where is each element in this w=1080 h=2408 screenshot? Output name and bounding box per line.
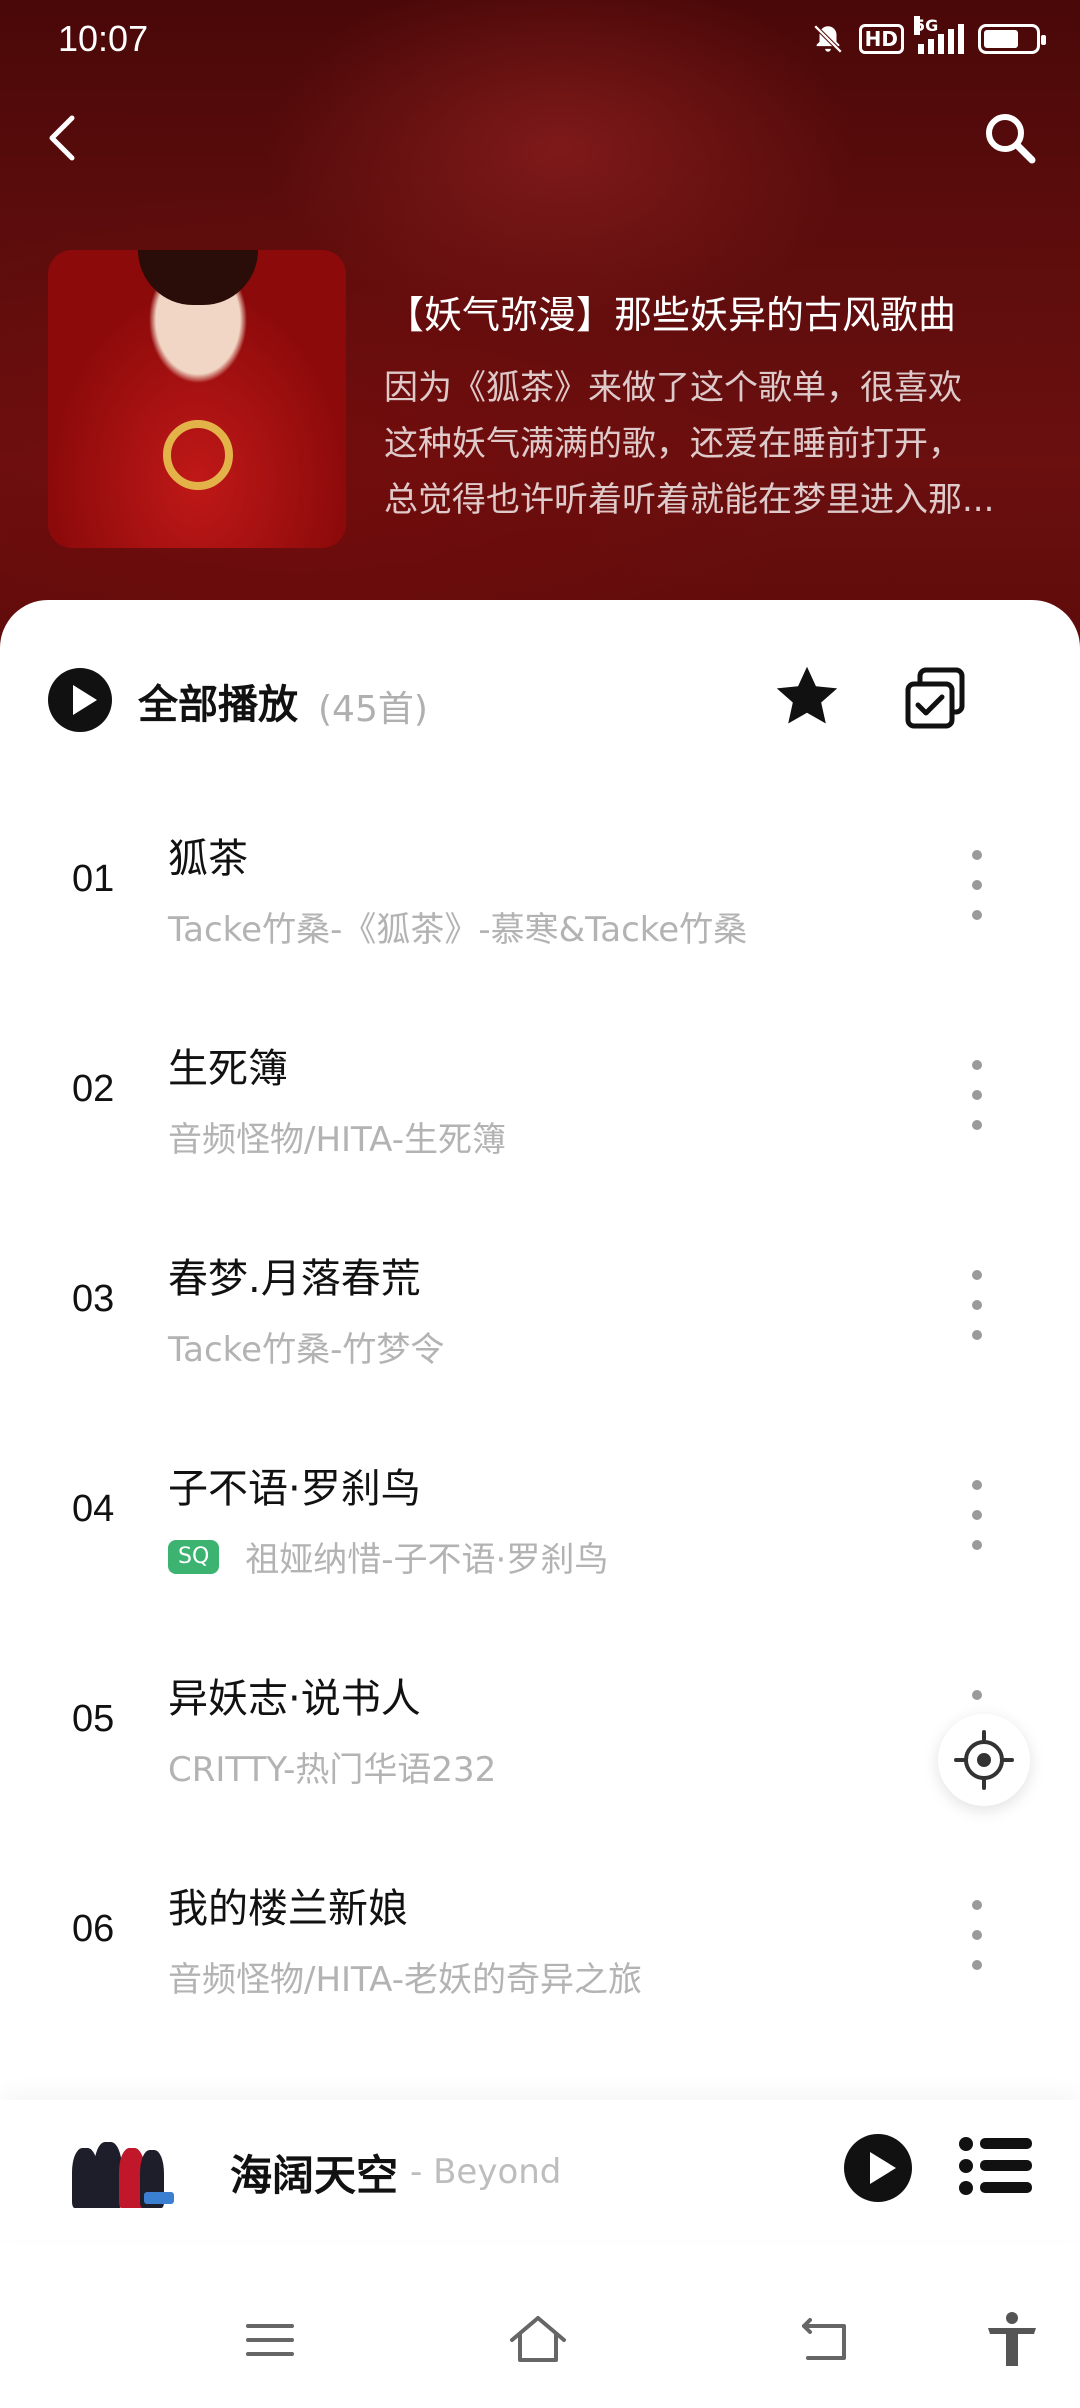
song-index: 03 bbox=[72, 1278, 115, 1320]
home-icon[interactable] bbox=[508, 2310, 568, 2370]
status-bar: 10:07 HD 5G bbox=[0, 0, 1080, 80]
status-time: 10:07 bbox=[58, 18, 149, 59]
playlist-header: 10:07 HD 5G 【妖气弥漫】那些妖异的古风歌曲 因为《狐茶》来做了这个歌… bbox=[0, 0, 1080, 660]
target-icon bbox=[954, 1730, 1014, 1790]
song-title: 生死簿 bbox=[168, 1046, 288, 1092]
status-icons: HD 5G bbox=[811, 16, 1046, 56]
playlist-title: 【妖气弥漫】那些妖异的古风歌曲 bbox=[386, 293, 957, 337]
play-all-icon[interactable] bbox=[48, 668, 112, 732]
song-index: 01 bbox=[72, 858, 115, 900]
song-more-button[interactable] bbox=[962, 1060, 992, 1130]
song-subtitle-container: SQ 祖娅纳惜-子不语·罗刹鸟 bbox=[168, 1532, 608, 1581]
song-more-button[interactable] bbox=[962, 1270, 992, 1340]
locate-current-song-button[interactable] bbox=[938, 1714, 1030, 1806]
mini-player-cover[interactable] bbox=[64, 2118, 176, 2218]
system-nav-bar bbox=[0, 2280, 1080, 2408]
playlist-description[interactable]: 因为《狐茶》来做了这个歌单，很喜欢 这种妖气满满的歌，还爱在睡前打开， 总觉得也… bbox=[384, 360, 1044, 528]
playlist-icon[interactable] bbox=[958, 2134, 1034, 2198]
network-label: 5G bbox=[914, 16, 939, 35]
mute-bell-icon bbox=[813, 24, 842, 54]
back-button[interactable] bbox=[40, 110, 88, 166]
song-row[interactable]: 02 生死簿 音频怪物/HITA-生死簿 bbox=[0, 990, 1080, 1200]
back-icon[interactable] bbox=[796, 2310, 856, 2370]
accessibility-icon[interactable] bbox=[982, 2310, 1042, 2370]
song-more-button[interactable] bbox=[962, 850, 992, 920]
menu-icon[interactable] bbox=[240, 2310, 300, 2370]
song-subtitle: Tacke竹桑-竹梦令 bbox=[168, 1330, 445, 1370]
song-title: 我的楼兰新娘 bbox=[168, 1886, 408, 1932]
song-row[interactable]: 03 春梦.月落春荒 Tacke竹桑-竹梦令 bbox=[0, 1200, 1080, 1410]
description-line: 这种妖气满满的歌，还爱在睡前打开， bbox=[384, 424, 962, 464]
multi-select-button[interactable] bbox=[900, 664, 970, 734]
song-title: 狐茶 bbox=[168, 836, 248, 882]
search-button[interactable] bbox=[980, 108, 1040, 168]
song-title: 春梦.月落春荒 bbox=[168, 1256, 421, 1302]
song-title: 子不语·罗刹鸟 bbox=[168, 1466, 421, 1512]
song-row[interactable]: 05 异妖志·说书人 CRITTY-热门华语232 bbox=[0, 1620, 1080, 1830]
now-playing-artist: - Beyond bbox=[410, 2152, 562, 2192]
playlist-cover[interactable] bbox=[48, 250, 346, 548]
favorite-star-button[interactable] bbox=[770, 660, 844, 734]
song-row[interactable]: 04 子不语·罗刹鸟 SQ 祖娅纳惜-子不语·罗刹鸟 bbox=[0, 1410, 1080, 1620]
song-index: 02 bbox=[72, 1068, 115, 1110]
song-title: 异妖志·说书人 bbox=[168, 1676, 421, 1722]
play-all-button[interactable]: 全部播放 bbox=[138, 672, 298, 730]
song-subtitle: Tacke竹桑-《狐茶》-慕寒&Tacke竹桑 bbox=[168, 910, 748, 950]
mini-player[interactable]: 海阔天空 - Beyond bbox=[0, 2100, 1080, 2240]
song-subtitle: 音频怪物/HITA-老妖的奇异之旅 bbox=[168, 1960, 642, 2000]
song-more-button[interactable] bbox=[962, 1480, 992, 1550]
description-line: 总觉得也许听着听着就能在梦里进入那... bbox=[384, 480, 995, 520]
song-subtitle: CRITTY-热门华语232 bbox=[168, 1750, 497, 1790]
song-row[interactable]: 06 我的楼兰新娘 音频怪物/HITA-老妖的奇异之旅 bbox=[0, 1830, 1080, 2040]
now-playing-title: 海阔天空 bbox=[230, 2151, 399, 2200]
song-index: 04 bbox=[72, 1488, 115, 1530]
song-subtitle: 音频怪物/HITA-生死簿 bbox=[168, 1120, 506, 1160]
song-row[interactable]: 01 狐茶 Tacke竹桑-《狐茶》-慕寒&Tacke竹桑 bbox=[0, 780, 1080, 990]
song-index: 06 bbox=[72, 1908, 115, 1950]
description-line: 因为《狐茶》来做了这个歌单，很喜欢 bbox=[384, 368, 962, 408]
5g-signal-icon: 5G bbox=[914, 16, 964, 54]
hd-icon: HD bbox=[858, 24, 904, 54]
song-count: (45首) bbox=[318, 689, 428, 730]
song-more-button[interactable] bbox=[962, 1900, 992, 1970]
song-index: 05 bbox=[72, 1698, 115, 1740]
sq-quality-badge: SQ bbox=[168, 1539, 220, 1574]
song-subtitle: 祖娅纳惜-子不语·罗刹鸟 bbox=[245, 1540, 609, 1580]
battery-icon bbox=[978, 24, 1046, 54]
play-icon[interactable] bbox=[842, 2132, 914, 2204]
